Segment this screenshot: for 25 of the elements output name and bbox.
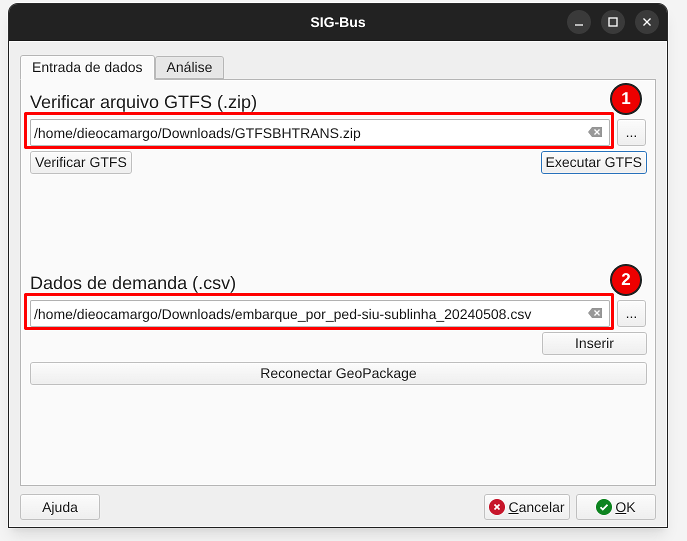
tab[interactable]: Entrada de dados xyxy=(20,55,155,80)
tab[interactable]: Análise xyxy=(154,56,224,79)
dialog-button[interactable]: OK xyxy=(576,494,656,520)
browse-button[interactable]: ... xyxy=(617,300,646,327)
callout-badge: 1 xyxy=(610,83,642,115)
section-heading: Dados de demanda (.csv) xyxy=(30,272,236,294)
callout-badge: 2 xyxy=(610,264,642,296)
window-title: SIG-Bus xyxy=(310,13,366,32)
section-heading: Verificar arquivo GTFS (.zip) xyxy=(30,91,258,113)
path-field[interactable]: /home/dieocamargo/Downloads/embarque_por_ped-siu-sublinha_20240508.csv xyxy=(30,300,610,327)
minimize-icon[interactable] xyxy=(567,10,591,34)
dialog-button[interactable]: Ajuda xyxy=(20,494,100,520)
dialog-button[interactable]: Cancelar xyxy=(484,494,570,520)
cancel-icon xyxy=(489,499,506,515)
clear-icon[interactable] xyxy=(588,308,602,318)
maximize-icon[interactable] xyxy=(601,10,625,34)
action-button[interactable]: Executar GTFS xyxy=(540,151,647,174)
clear-icon[interactable] xyxy=(588,127,602,137)
reconnect-button[interactable]: Reconectar GeoPackage xyxy=(30,362,647,385)
action-button[interactable]: Verificar GTFS xyxy=(30,151,132,174)
check-icon xyxy=(596,499,612,515)
browse-button[interactable]: ... xyxy=(617,119,646,146)
path-field[interactable]: /home/dieocamargo/Downloads/GTFSBHTRANS.zip xyxy=(30,119,610,146)
action-button[interactable]: Inserir xyxy=(542,332,647,355)
close-icon[interactable] xyxy=(635,10,659,34)
